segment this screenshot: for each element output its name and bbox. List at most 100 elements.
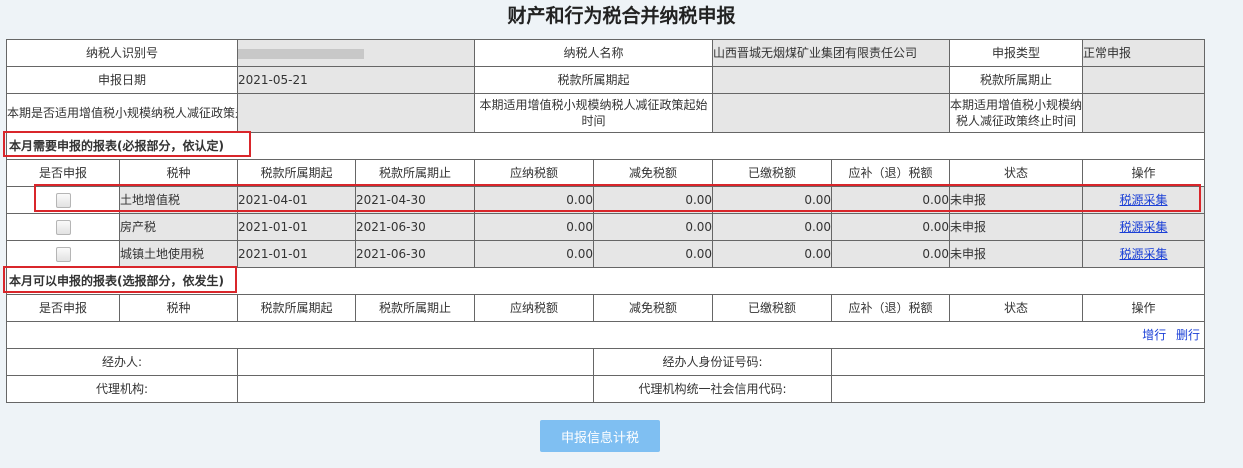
decl-type-value: 正常申报	[1082, 39, 1206, 67]
agent-id-label: 经办人身份证号码:	[593, 348, 833, 376]
taxpayer-name-value: 山西晋城无烟煤矿业集团有限责任公司	[712, 39, 951, 67]
tax-type: 土地增值税	[118, 186, 239, 214]
agent-value	[237, 348, 595, 376]
declare-checkbox[interactable]	[55, 220, 71, 235]
tax-type: 城镇土地使用税	[118, 240, 239, 268]
optional-header-row: 是否申报 税种 税款所属期起 税款所属期止 应纳税额 减免税额 已缴税额 应补（…	[6, 294, 1206, 322]
agency-label: 代理机构:	[5, 375, 239, 403]
declare-checkbox-cell	[6, 186, 120, 214]
agent-row: 经办人: 经办人身份证号码:	[5, 348, 1206, 376]
taxpayer-id-label: 纳税人识别号	[5, 39, 239, 67]
policy-question-label: 本期是否适用增值税小规模纳税人减征政策	[7, 106, 236, 120]
policy-end-value	[1082, 93, 1206, 133]
col-header: 状态	[949, 159, 1084, 187]
source-collect-link[interactable]: 税源采集	[1120, 247, 1168, 261]
col-header: 税款所属期止	[355, 159, 476, 187]
tax-balance: 0.00	[831, 213, 951, 241]
col-header: 应补（退）税额	[831, 294, 951, 322]
period-start-value	[712, 66, 951, 94]
period-start-label: 税款所属期起	[474, 66, 714, 94]
page-title: 财产和行为税合并纳税申报	[507, 5, 736, 27]
tax-paid: 0.00	[712, 240, 833, 268]
required-header-row: 是否申报 税种 税款所属期起 税款所属期止 应纳税额 减免税额 已缴税额 应补（…	[6, 159, 1206, 187]
col-header: 应纳税额	[474, 294, 595, 322]
declare-checkbox[interactable]	[55, 193, 71, 208]
action-cell: 税源采集	[1082, 186, 1206, 214]
delete-row-link[interactable]: 删行	[1176, 328, 1200, 342]
period-end-value	[1082, 66, 1206, 94]
info-row-3: 本期是否适用增值税小规模纳税人减征政策是否 本期适用增值税小规模纳税人减征政策起…	[5, 93, 1206, 133]
col-header: 应补（退）税额	[831, 159, 951, 187]
col-header: 操作	[1082, 159, 1206, 187]
agency-code-label: 代理机构统一社会信用代码:	[593, 375, 833, 403]
section-required-row: 本月需要申报的报表(必报部分，依认定)	[5, 132, 1206, 160]
section-optional-row: 本月可以申报的报表(选报部分，依发生)	[5, 267, 1206, 295]
table-row: 城镇土地使用税 2021-01-01 2021-06-30 0.00 0.00 …	[6, 240, 1206, 268]
period-end-label: 税款所属期止	[949, 66, 1084, 94]
agency-value	[237, 375, 595, 403]
col-header: 操作	[1082, 294, 1206, 322]
status: 未申报	[949, 213, 1084, 241]
period-start: 2021-01-01	[237, 213, 357, 241]
submit-calc-button[interactable]: 申报信息计税	[540, 420, 660, 452]
tax-paid: 0.00	[712, 186, 833, 214]
policy-question: 本期是否适用增值税小规模纳税人减征政策是否	[5, 93, 239, 133]
declare-checkbox-cell	[6, 240, 120, 268]
section-required-title: 本月需要申报的报表(必报部分，依认定)	[5, 132, 1206, 160]
policy-start-label: 本期适用增值税小规模纳税人减征政策起始时间	[474, 93, 714, 133]
agent-id-value	[831, 348, 1206, 376]
col-header: 是否申报	[6, 294, 120, 322]
decl-date-value: 2021-05-21	[237, 66, 476, 94]
status: 未申报	[949, 240, 1084, 268]
col-header: 税种	[118, 159, 239, 187]
section-optional-title: 本月可以申报的报表(选报部分，依发生)	[5, 267, 1206, 295]
declaration-form: 纳税人识别号 纳税人名称 山西晋城无烟煤矿业集团有限责任公司 申报类型 正常申报…	[5, 39, 1206, 403]
declare-checkbox[interactable]	[55, 247, 71, 262]
taxpayer-name-label: 纳税人名称	[474, 39, 714, 67]
agent-label: 经办人:	[5, 348, 239, 376]
add-row-link[interactable]: 增行	[1142, 328, 1166, 342]
col-header: 减免税额	[593, 159, 714, 187]
agency-code-value	[831, 375, 1206, 403]
tax-due: 0.00	[474, 213, 595, 241]
tax-due: 0.00	[474, 240, 595, 268]
col-header: 减免税额	[593, 294, 714, 322]
decl-type-label: 申报类型	[949, 39, 1084, 67]
col-header: 税种	[118, 294, 239, 322]
row-actions: 增行 删行	[5, 321, 1206, 349]
status: 未申报	[949, 186, 1084, 214]
col-header: 税款所属期起	[237, 159, 357, 187]
policy-question-value	[237, 93, 476, 133]
masked-value	[238, 48, 365, 59]
policy-end-label: 本期适用增值税小规模纳税人减征政策终止时间	[949, 93, 1084, 133]
col-header: 已缴税额	[712, 294, 833, 322]
period-end: 2021-06-30	[355, 240, 476, 268]
tax-balance: 0.00	[831, 240, 951, 268]
col-header: 税款所属期起	[237, 294, 357, 322]
col-header: 已缴税额	[712, 159, 833, 187]
col-header: 是否申报	[6, 159, 120, 187]
row-actions-row: 增行 删行	[5, 321, 1206, 349]
declare-checkbox-cell	[6, 213, 120, 241]
info-row-1: 纳税人识别号 纳税人名称 山西晋城无烟煤矿业集团有限责任公司 申报类型 正常申报	[5, 39, 1206, 67]
tax-balance: 0.00	[831, 186, 951, 214]
taxpayer-id-value	[237, 39, 476, 67]
info-row-2: 申报日期 2021-05-21 税款所属期起 税款所属期止	[5, 66, 1206, 94]
period-start: 2021-04-01	[237, 186, 357, 214]
table-row: 土地增值税 2021-04-01 2021-04-30 0.00 0.00 0.…	[6, 186, 1206, 214]
tax-paid: 0.00	[712, 213, 833, 241]
source-collect-link[interactable]: 税源采集	[1120, 193, 1168, 207]
col-header: 状态	[949, 294, 1084, 322]
policy-start-value	[712, 93, 951, 133]
tax-due: 0.00	[474, 186, 595, 214]
period-end: 2021-06-30	[355, 213, 476, 241]
action-cell: 税源采集	[1082, 240, 1206, 268]
tax-relief: 0.00	[593, 213, 714, 241]
table-row: 房产税 2021-01-01 2021-06-30 0.00 0.00 0.00…	[6, 213, 1206, 241]
tax-relief: 0.00	[593, 240, 714, 268]
source-collect-link[interactable]: 税源采集	[1120, 220, 1168, 234]
period-start: 2021-01-01	[237, 240, 357, 268]
decl-date-label: 申报日期	[5, 66, 239, 94]
tax-relief: 0.00	[593, 186, 714, 214]
action-cell: 税源采集	[1082, 213, 1206, 241]
